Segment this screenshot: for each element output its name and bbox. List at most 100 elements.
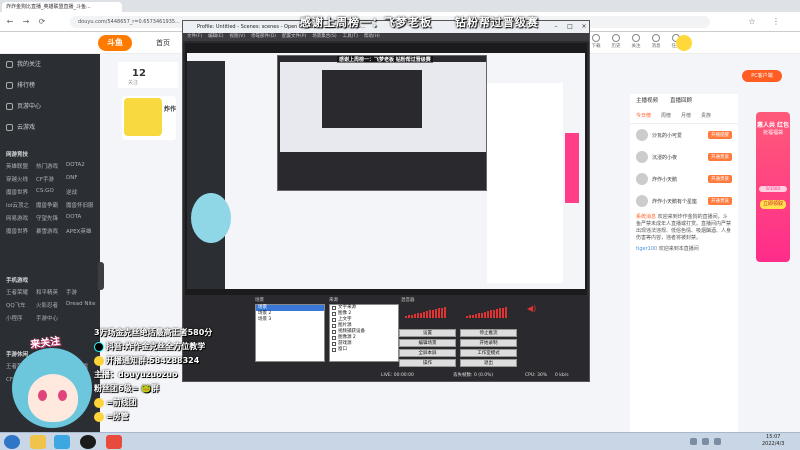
input-method-icon[interactable] — [714, 438, 721, 445]
source-visibility-checkbox[interactable] — [332, 318, 336, 322]
sidebar-category-link[interactable]: 守望先锋 — [36, 214, 66, 222]
taskbar-app-icon[interactable] — [54, 435, 70, 449]
sidebar-category-link[interactable]: CS:GO — [36, 188, 66, 196]
obs-menu-item[interactable]: 配置文件(P) — [282, 33, 306, 41]
menu-icon[interactable]: ⋮ — [770, 16, 782, 28]
sidebar-category-link[interactable]: 逆战 — [66, 188, 96, 196]
back-icon[interactable]: ← — [4, 16, 16, 28]
control-button[interactable]: 退出 — [460, 359, 517, 367]
sidebar-category-link[interactable]: 魔兽怀旧服 — [66, 201, 96, 209]
top-icon-1[interactable]: 历史 — [608, 34, 624, 49]
sidebar-category-link[interactable]: QQ飞车 — [6, 301, 36, 309]
sidebar-collapse-handle[interactable] — [98, 262, 104, 290]
character-eye-left — [38, 390, 47, 401]
sidebar-category-link[interactable]: APEX英雄 — [66, 227, 96, 235]
sidebar-item-3[interactable]: 云游戏 — [6, 117, 96, 138]
sidebar-category-link[interactable]: Dread Nite — [66, 301, 96, 309]
rank-tab[interactable]: 今日榜 — [636, 112, 651, 119]
sidebar-category-link[interactable]: DOTA2 — [66, 162, 96, 170]
top-icon-2[interactable]: 关注 — [628, 34, 644, 49]
explorer-icon[interactable] — [30, 435, 46, 449]
home-link[interactable]: 首页 — [156, 38, 170, 48]
sidebar-category-link[interactable]: 小程序 — [6, 314, 36, 322]
rank-tab[interactable]: 月榜 — [681, 112, 691, 119]
volume-icon[interactable] — [702, 438, 709, 445]
star-icon[interactable]: ☆ — [746, 16, 758, 28]
control-button[interactable]: 编辑场景 — [399, 339, 456, 347]
maximize-icon[interactable]: □ — [563, 21, 577, 33]
chat-username[interactable]: tiger100 — [636, 246, 659, 252]
obs-menu-item[interactable]: 文件(F) — [187, 33, 202, 41]
obs-menu-item[interactable]: 视图(V) — [229, 33, 245, 41]
control-button[interactable]: 停止推流 — [460, 329, 517, 337]
control-button[interactable]: 操作 — [399, 359, 456, 367]
red-packet-ad[interactable]: 惠人共 红包 抢福福袋 0/1500 立即领取 — [756, 112, 790, 262]
sidebar-category-link[interactable]: 和平精英 — [36, 288, 66, 296]
source-visibility-checkbox[interactable] — [332, 330, 336, 334]
sidebar-category-link[interactable]: 火影忍者 — [36, 301, 66, 309]
sidebar-category-link[interactable]: 王者荣耀 — [6, 288, 36, 296]
rank-action-button[interactable]: 开通贵族 — [708, 153, 732, 161]
panel-header-tab[interactable]: 主播视频 — [636, 94, 658, 108]
rank-tab[interactable]: 周榜 — [661, 112, 671, 119]
sidebar-category-link[interactable]: 手游中心 — [36, 314, 66, 322]
speaker-icon[interactable]: ◀) — [527, 304, 536, 318]
top-icon-0[interactable]: 下载 — [588, 34, 604, 49]
obs-menu-item[interactable]: 停靠部件(D) — [251, 33, 276, 41]
rank-tab[interactable]: 贵族 — [701, 112, 711, 119]
user-avatar[interactable] — [676, 35, 692, 51]
obs-menu-item[interactable]: 工具(T) — [343, 33, 358, 41]
sidebar-category-link[interactable]: 英雄联盟 — [6, 162, 36, 170]
scene-item[interactable]: 场景 3 — [256, 317, 324, 323]
panel-header-tab[interactable]: 直播回顾 — [670, 94, 692, 108]
sidebar-category-link[interactable]: 魔兽争霸 — [36, 201, 66, 209]
taskbar-clock[interactable]: 15:07 2022/4/3 — [762, 434, 784, 448]
sidebar-item-0[interactable]: 我的关注 — [6, 54, 96, 75]
source-visibility-checkbox[interactable] — [332, 348, 336, 352]
forward-icon[interactable]: → — [20, 16, 32, 28]
obs-preview[interactable]: 感谢上周榜一：飞梦老板 钻粉帮过晋级赛 — [185, 43, 587, 295]
sidebar-category-link[interactable]: 魔兽世界 — [6, 227, 36, 235]
pc-client-button[interactable]: PC客户端 — [742, 70, 782, 82]
sidebar-item-2[interactable]: 页游中心 — [6, 96, 96, 117]
obs-menu-item[interactable]: 场景集合(S) — [312, 33, 336, 41]
chat-username[interactable]: 系统消息 — [636, 214, 658, 220]
close-icon[interactable]: × — [577, 21, 591, 33]
sidebar-category-link[interactable]: 网易游戏 — [6, 214, 36, 222]
sidebar-category-link[interactable]: 手游 — [66, 288, 96, 296]
obs-taskbar-icon[interactable] — [80, 435, 96, 449]
sidebar-category-link[interactable]: 穿越火线 — [6, 175, 36, 183]
source-visibility-checkbox[interactable] — [332, 324, 336, 328]
sidebar-category-link[interactable]: DOTA — [66, 214, 96, 222]
source-visibility-checkbox[interactable] — [332, 336, 336, 340]
obs-menu-item[interactable]: 帮助(H) — [364, 33, 380, 41]
start-button-icon[interactable] — [4, 435, 20, 449]
sidebar-category-link[interactable]: lol云顶之 — [6, 201, 36, 209]
douyu-logo[interactable]: 斗鱼 — [98, 35, 132, 51]
rank-action-button[interactable]: 开通贵族 — [708, 175, 732, 183]
source-visibility-checkbox[interactable] — [332, 312, 336, 316]
source-item[interactable]: 窗口 — [330, 347, 398, 353]
control-button[interactable]: 工作室模式 — [460, 349, 517, 357]
rank-action-button[interactable]: 开播提醒 — [708, 131, 732, 139]
top-icon-3[interactable]: 消息 — [648, 34, 664, 49]
sidebar-category-link[interactable]: 热门游戏 — [36, 162, 66, 170]
control-button[interactable]: 设置 — [399, 329, 456, 337]
sidebar-category-link[interactable]: CF手游 — [36, 175, 66, 183]
network-icon[interactable] — [690, 438, 697, 445]
browser-tab[interactable]: 炸炸金狗比直播_英雄联盟直播_斗鱼... — [2, 2, 122, 12]
room-thumbnail-card[interactable]: 炸作 — [122, 96, 176, 140]
control-button[interactable]: 开始录制 — [460, 339, 517, 347]
sidebar-item-1[interactable]: 排行榜 — [6, 75, 96, 96]
ad-claim-button[interactable]: 立即领取 — [760, 200, 786, 209]
reload-icon[interactable]: ⟳ — [36, 16, 48, 28]
source-visibility-checkbox[interactable] — [332, 342, 336, 346]
sidebar-category-link[interactable]: 暴雪游戏 — [36, 227, 66, 235]
source-visibility-checkbox[interactable] — [332, 306, 336, 310]
control-button[interactable]: 全屏本屏 — [399, 349, 456, 357]
obs-menu-item[interactable]: 编辑(E) — [208, 33, 223, 41]
rank-action-button[interactable]: 开通贵族 — [708, 197, 732, 205]
chrome-taskbar-icon[interactable] — [106, 435, 122, 449]
sidebar-category-link[interactable]: 魔兽世界 — [6, 188, 36, 196]
sidebar-category-link[interactable]: DNF — [66, 175, 96, 183]
